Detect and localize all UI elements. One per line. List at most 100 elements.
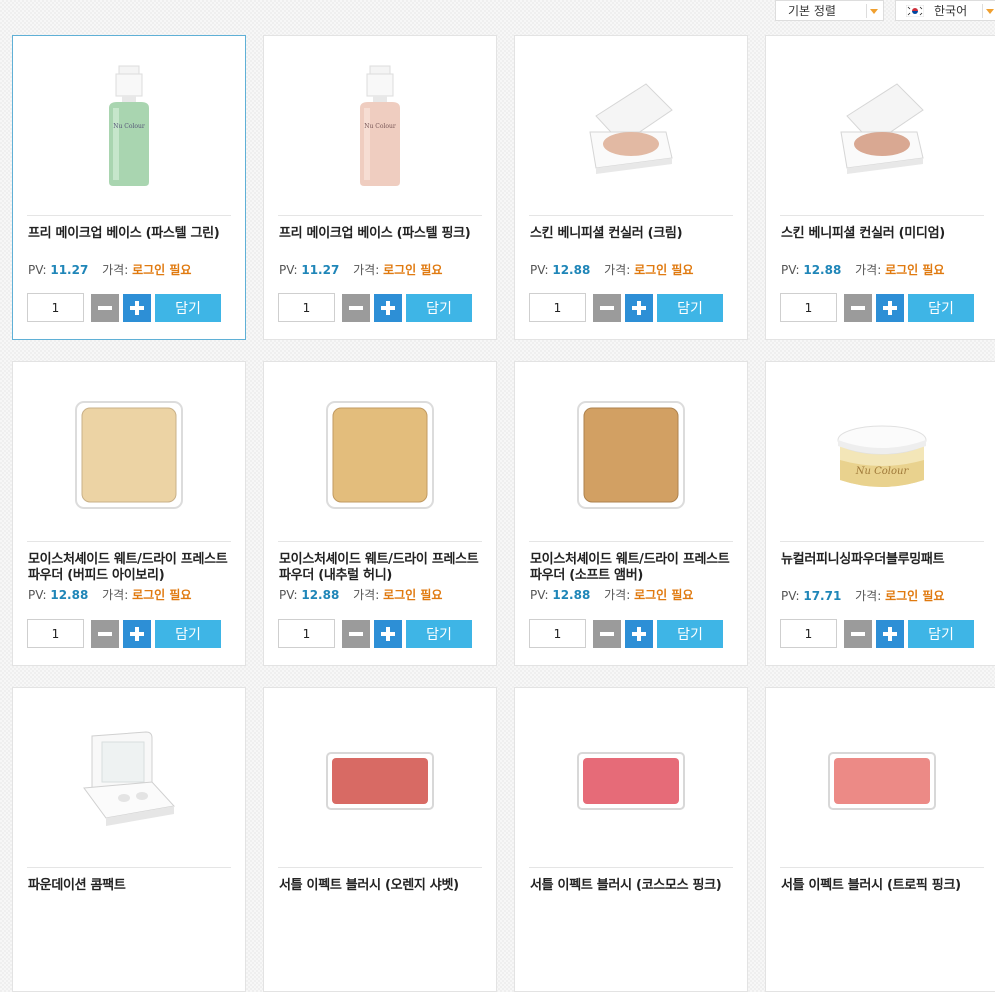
price-label: 가격:	[855, 589, 882, 603]
product-image-blush-cosmos-pink[interactable]	[515, 698, 747, 863]
product-card[interactable]: Nu Colour 프리 메이크업 베이스 (파스텔 핑크) PV: 11.27…	[263, 35, 497, 340]
product-image-concealer-compact[interactable]	[766, 46, 995, 211]
product-card[interactable]: 스킨 베니피셜 컨실러 (미디엄) PV: 12.88 가격: 로그인 필요 담…	[765, 35, 995, 340]
decrease-quantity-button[interactable]	[342, 620, 370, 648]
decrease-quantity-button[interactable]	[593, 620, 621, 648]
product-card[interactable]: 서틀 이펙트 블러시 (트로픽 핑크)	[765, 687, 995, 992]
pv-value: 12.88	[50, 588, 89, 602]
dropdown-divider	[866, 4, 867, 18]
product-name[interactable]: 서틀 이펙트 블러시 (오렌지 샤벳)	[279, 878, 484, 894]
product-image-powder-refill-honey[interactable]	[264, 372, 496, 537]
minus-icon	[349, 306, 363, 310]
pv-value: 12.88	[803, 263, 842, 277]
pv-value: 17.71	[803, 589, 842, 603]
quantity-input[interactable]	[27, 293, 84, 322]
product-card[interactable]: 파운데이션 콤팩트	[12, 687, 246, 992]
minus-icon	[600, 306, 614, 310]
product-name[interactable]: 서틀 이펙트 블러시 (코스모스 핑크)	[530, 878, 735, 894]
product-card[interactable]: 스킨 베니피셜 컨실러 (크림) PV: 12.88 가격: 로그인 필요 담기	[514, 35, 748, 340]
divider	[27, 215, 231, 216]
pv-label: PV:	[781, 263, 800, 277]
product-image-foundation-compact[interactable]	[13, 698, 245, 863]
language-dropdown[interactable]: 한국어	[895, 0, 995, 21]
login-required-text: 로그인 필요	[383, 263, 443, 277]
caret-down-icon	[870, 9, 878, 14]
product-name[interactable]: 프리 메이크업 베이스 (파스텔 핑크)	[279, 226, 484, 242]
increase-quantity-button[interactable]	[876, 620, 904, 648]
price-line: PV: 12.88 가격: 로그인 필요	[279, 586, 442, 603]
divider	[278, 215, 482, 216]
decrease-quantity-button[interactable]	[844, 620, 872, 648]
increase-quantity-button[interactable]	[374, 620, 402, 648]
increase-quantity-button[interactable]	[625, 294, 653, 322]
pv-label: PV:	[28, 588, 47, 602]
quantity-input[interactable]	[278, 293, 335, 322]
product-card[interactable]: 모이스처셰이드 웨트/드라이 프레스트 파우더 (버피드 아이보리) PV: 1…	[12, 361, 246, 666]
product-card[interactable]: 서틀 이펙트 블러시 (코스모스 핑크)	[514, 687, 748, 992]
decrease-quantity-button[interactable]	[844, 294, 872, 322]
add-to-cart-button[interactable]: 담기	[908, 294, 974, 322]
quantity-input[interactable]	[529, 619, 586, 648]
product-image-loose-powder-jar[interactable]: Nu Colour	[766, 372, 995, 537]
decrease-quantity-button[interactable]	[91, 620, 119, 648]
add-to-cart-button[interactable]: 담기	[908, 620, 974, 648]
login-required-text: 로그인 필요	[885, 589, 945, 603]
product-card[interactable]: Nu Colour 프리 메이크업 베이스 (파스텔 그린) PV: 11.27…	[12, 35, 246, 340]
add-to-cart-button[interactable]: 담기	[406, 620, 472, 648]
add-to-cart-button[interactable]: 담기	[657, 620, 723, 648]
decrease-quantity-button[interactable]	[91, 294, 119, 322]
decrease-quantity-button[interactable]	[593, 294, 621, 322]
minus-icon	[98, 632, 112, 636]
increase-quantity-button[interactable]	[876, 294, 904, 322]
product-name[interactable]: 모이스처셰이드 웨트/드라이 프레스트 파우더 (내추럴 허니)	[279, 552, 484, 584]
product-card[interactable]: 모이스처셰이드 웨트/드라이 프레스트 파우더 (내추럴 허니) PV: 12.…	[263, 361, 497, 666]
quantity-input[interactable]	[529, 293, 586, 322]
divider	[780, 541, 984, 542]
divider	[780, 867, 984, 868]
svg-text:Nu Colour: Nu Colour	[364, 123, 396, 130]
product-image-powder-refill-ivory[interactable]	[13, 372, 245, 537]
add-to-cart-button[interactable]: 담기	[657, 294, 723, 322]
product-name[interactable]: 프리 메이크업 베이스 (파스텔 그린)	[28, 226, 233, 242]
sort-dropdown[interactable]: 기본 정렬	[775, 0, 884, 21]
quantity-input[interactable]	[27, 619, 84, 648]
quantity-input[interactable]	[780, 293, 837, 322]
svg-text:Nu Colour: Nu Colour	[113, 123, 145, 130]
divider	[529, 215, 733, 216]
sort-dropdown-label: 기본 정렬	[788, 4, 836, 18]
product-name[interactable]: 뉴컬러피니싱파우더블루밍패트	[781, 552, 986, 568]
divider	[529, 867, 733, 868]
pv-label: PV:	[279, 588, 298, 602]
add-to-cart-button[interactable]: 담기	[155, 620, 221, 648]
product-card[interactable]: 모이스처셰이드 웨트/드라이 프레스트파우더 (소프트 앰버) PV: 12.8…	[514, 361, 748, 666]
language-dropdown-label: 한국어	[934, 4, 968, 18]
product-name[interactable]: 서틀 이펙트 블러시 (트로픽 핑크)	[781, 878, 986, 894]
product-card[interactable]: 서틀 이펙트 블러시 (오렌지 샤벳)	[263, 687, 497, 992]
product-name[interactable]: 파운데이션 콤팩트	[28, 878, 233, 894]
price-line: PV: 12.88 가격: 로그인 필요	[781, 261, 944, 278]
add-to-cart-button[interactable]: 담기	[406, 294, 472, 322]
increase-quantity-button[interactable]	[625, 620, 653, 648]
product-image-concealer-compact[interactable]	[515, 46, 747, 211]
product-name[interactable]: 스킨 베니피셜 컨실러 (미디엄)	[781, 226, 986, 242]
increase-quantity-button[interactable]	[123, 620, 151, 648]
product-name[interactable]: 모이스처셰이드 웨트/드라이 프레스트파우더 (소프트 앰버)	[530, 552, 735, 584]
minus-icon	[851, 306, 865, 310]
increase-quantity-button[interactable]	[374, 294, 402, 322]
quantity-input[interactable]	[278, 619, 335, 648]
increase-quantity-button[interactable]	[123, 294, 151, 322]
pv-label: PV:	[781, 589, 800, 603]
product-image-blush-orange[interactable]	[264, 698, 496, 863]
product-name[interactable]: 모이스처셰이드 웨트/드라이 프레스트 파우더 (버피드 아이보리)	[28, 552, 233, 584]
price-line: PV: 11.27 가격: 로그인 필요	[28, 261, 191, 278]
product-image-powder-refill-amber[interactable]	[515, 372, 747, 537]
add-to-cart-button[interactable]: 담기	[155, 294, 221, 322]
quantity-input[interactable]	[780, 619, 837, 648]
product-image-pink-base-bottle[interactable]: Nu Colour	[264, 46, 496, 211]
decrease-quantity-button[interactable]	[342, 294, 370, 322]
product-image-green-base-bottle[interactable]: Nu Colour	[13, 46, 245, 211]
pv-value: 12.88	[552, 263, 591, 277]
product-image-blush-tropic-pink[interactable]	[766, 698, 995, 863]
product-name[interactable]: 스킨 베니피셜 컨실러 (크림)	[530, 226, 735, 242]
product-card[interactable]: Nu Colour 뉴컬러피니싱파우더블루밍패트 PV: 17.71 가격: 로…	[765, 361, 995, 666]
